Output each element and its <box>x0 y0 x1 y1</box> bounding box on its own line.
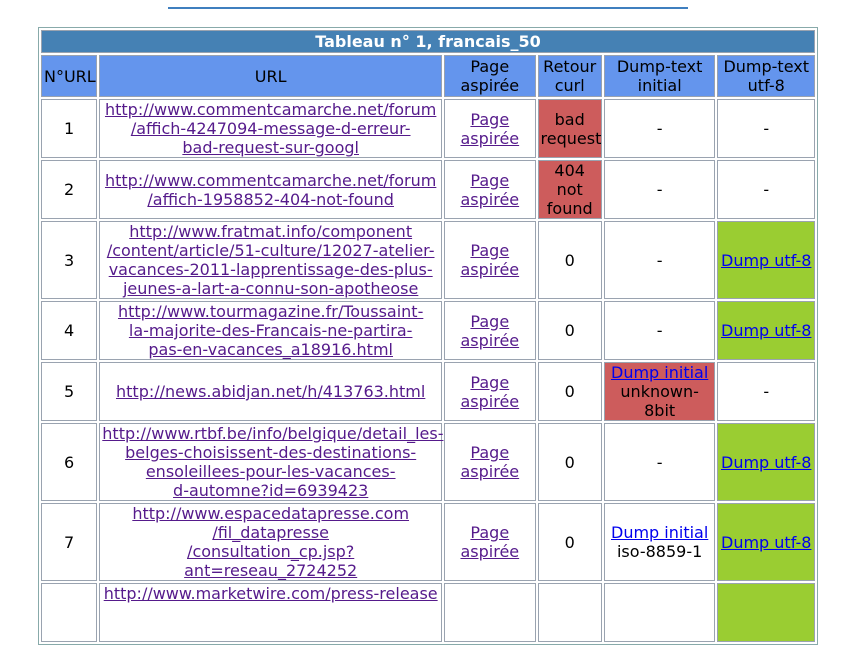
dump-initial-cell: - <box>603 160 716 219</box>
row-number: 2 <box>41 160 98 219</box>
header-retour-curl: Retour curl <box>537 55 602 97</box>
curl-status: 404 not found <box>537 160 602 219</box>
row-number: 7 <box>41 503 98 581</box>
table-row: http://www.marketwire.com/press-release <box>41 583 815 642</box>
dump-utf8-cell <box>717 583 815 642</box>
page-cell: Page aspirée <box>444 423 536 501</box>
table-row: 4 http://www.tourmagazine.fr/Toussaint-l… <box>41 301 815 360</box>
dump-initial-link[interactable]: Dump initial <box>611 523 708 542</box>
row-number: 5 <box>41 362 98 421</box>
url-cell: http://www.marketwire.com/press-release <box>99 583 443 642</box>
page-aspiree-link[interactable]: Page aspirée <box>460 523 519 561</box>
dump-utf8-cell: - <box>717 99 815 158</box>
top-divider <box>168 7 688 9</box>
page-aspiree-link[interactable]: Page aspirée <box>460 312 519 350</box>
dump-initial-cell: - <box>603 99 716 158</box>
dump-utf8-cell: - <box>717 362 815 421</box>
encoding-label: unknown-8bit <box>620 382 699 420</box>
page-cell: Page aspirée <box>444 221 536 299</box>
row-number: 4 <box>41 301 98 360</box>
page-aspiree-link[interactable]: Page aspirée <box>460 110 519 148</box>
table-row: 3 http://www.fratmat.info/component/cont… <box>41 221 815 299</box>
curl-status <box>537 583 602 642</box>
dump-utf8-link[interactable]: Dump utf-8 <box>721 251 811 270</box>
dump-utf8-cell: Dump utf-8 <box>717 423 815 501</box>
header-url: URL <box>99 55 443 97</box>
url-cell: http://www.fratmat.info/component/conten… <box>99 221 443 299</box>
page-aspiree-link[interactable]: Page aspirée <box>460 171 519 209</box>
page-cell: Page aspirée <box>444 99 536 158</box>
page-cell <box>444 583 536 642</box>
url-link[interactable]: http://www.commentcamarche.net/forum/aff… <box>105 171 436 209</box>
row-number: 6 <box>41 423 98 501</box>
url-link[interactable]: http://www.rtbf.be/info/belgique/detail_… <box>102 424 443 500</box>
curl-status: 0 <box>537 362 602 421</box>
url-link[interactable]: http://www.commentcamarche.net/forum/aff… <box>105 100 436 157</box>
table-row: 7 http://www.espacedatapresse.com/fil_da… <box>41 503 815 581</box>
row-number: 3 <box>41 221 98 299</box>
encoding-label: iso-8859-1 <box>616 542 703 561</box>
url-link[interactable]: http://news.abidjan.net/h/413763.html <box>116 382 425 401</box>
table-row: 5 http://news.abidjan.net/h/413763.html … <box>41 362 815 421</box>
row-number <box>41 583 98 642</box>
dump-utf8-cell: - <box>717 160 815 219</box>
dump-utf8-cell: Dump utf-8 <box>717 221 815 299</box>
dump-initial-link[interactable]: Dump initial <box>611 363 708 382</box>
dump-utf8-link[interactable]: Dump utf-8 <box>721 533 811 552</box>
page-aspiree-link[interactable]: Page aspirée <box>460 241 519 279</box>
url-cell: http://www.tourmagazine.fr/Toussaint-la-… <box>99 301 443 360</box>
table-row: 2 http://www.commentcamarche.net/forum/a… <box>41 160 815 219</box>
page-cell: Page aspirée <box>444 362 536 421</box>
curl-status: 0 <box>537 503 602 581</box>
table-row: 1 http://www.commentcamarche.net/forum/a… <box>41 99 815 158</box>
header-num-url: N°URL <box>41 55 98 97</box>
row-number: 1 <box>41 99 98 158</box>
page-cell: Page aspirée <box>444 503 536 581</box>
results-table: Tableau n° 1, francais_50 N°URL URL Page… <box>38 27 818 645</box>
dump-initial-cell: Dump initial iso-8859-1 <box>603 503 716 581</box>
url-cell: http://news.abidjan.net/h/413763.html <box>99 362 443 421</box>
dump-utf8-cell: Dump utf-8 <box>717 301 815 360</box>
dump-initial-cell: Dump initial unknown-8bit <box>603 362 716 421</box>
dump-initial-cell: - <box>603 423 716 501</box>
table-title: Tableau n° 1, francais_50 <box>41 30 815 53</box>
header-dump-initial: Dump-text initial <box>603 55 716 97</box>
page-aspiree-link[interactable]: Page aspirée <box>460 443 519 481</box>
curl-status: 0 <box>537 423 602 501</box>
url-link[interactable]: http://www.espacedatapresse.com/fil_data… <box>132 504 409 580</box>
header-dump-utf8: Dump-text utf-8 <box>717 55 815 97</box>
page-cell: Page aspirée <box>444 160 536 219</box>
url-cell: http://www.espacedatapresse.com/fil_data… <box>99 503 443 581</box>
curl-status: 0 <box>537 301 602 360</box>
dump-initial-cell <box>603 583 716 642</box>
dump-initial-cell: - <box>603 301 716 360</box>
dump-utf8-link[interactable]: Dump utf-8 <box>721 321 811 340</box>
dump-utf8-cell: Dump utf-8 <box>717 503 815 581</box>
dump-initial-cell: - <box>603 221 716 299</box>
url-cell: http://www.commentcamarche.net/forum/aff… <box>99 99 443 158</box>
url-link[interactable]: http://www.marketwire.com/press-release <box>104 584 438 603</box>
url-cell: http://www.commentcamarche.net/forum/aff… <box>99 160 443 219</box>
url-cell: http://www.rtbf.be/info/belgique/detail_… <box>99 423 443 501</box>
url-link[interactable]: http://www.tourmagazine.fr/Toussaint-la-… <box>118 302 423 359</box>
curl-status: 0 <box>537 221 602 299</box>
dump-utf8-link[interactable]: Dump utf-8 <box>721 453 811 472</box>
curl-status: bad request <box>537 99 602 158</box>
header-page-aspiree: Page aspirée <box>444 55 536 97</box>
table-row: 6 http://www.rtbf.be/info/belgique/detai… <box>41 423 815 501</box>
page-aspiree-link[interactable]: Page aspirée <box>460 373 519 411</box>
url-link[interactable]: http://www.fratmat.info/component/conten… <box>107 222 435 298</box>
page-cell: Page aspirée <box>444 301 536 360</box>
